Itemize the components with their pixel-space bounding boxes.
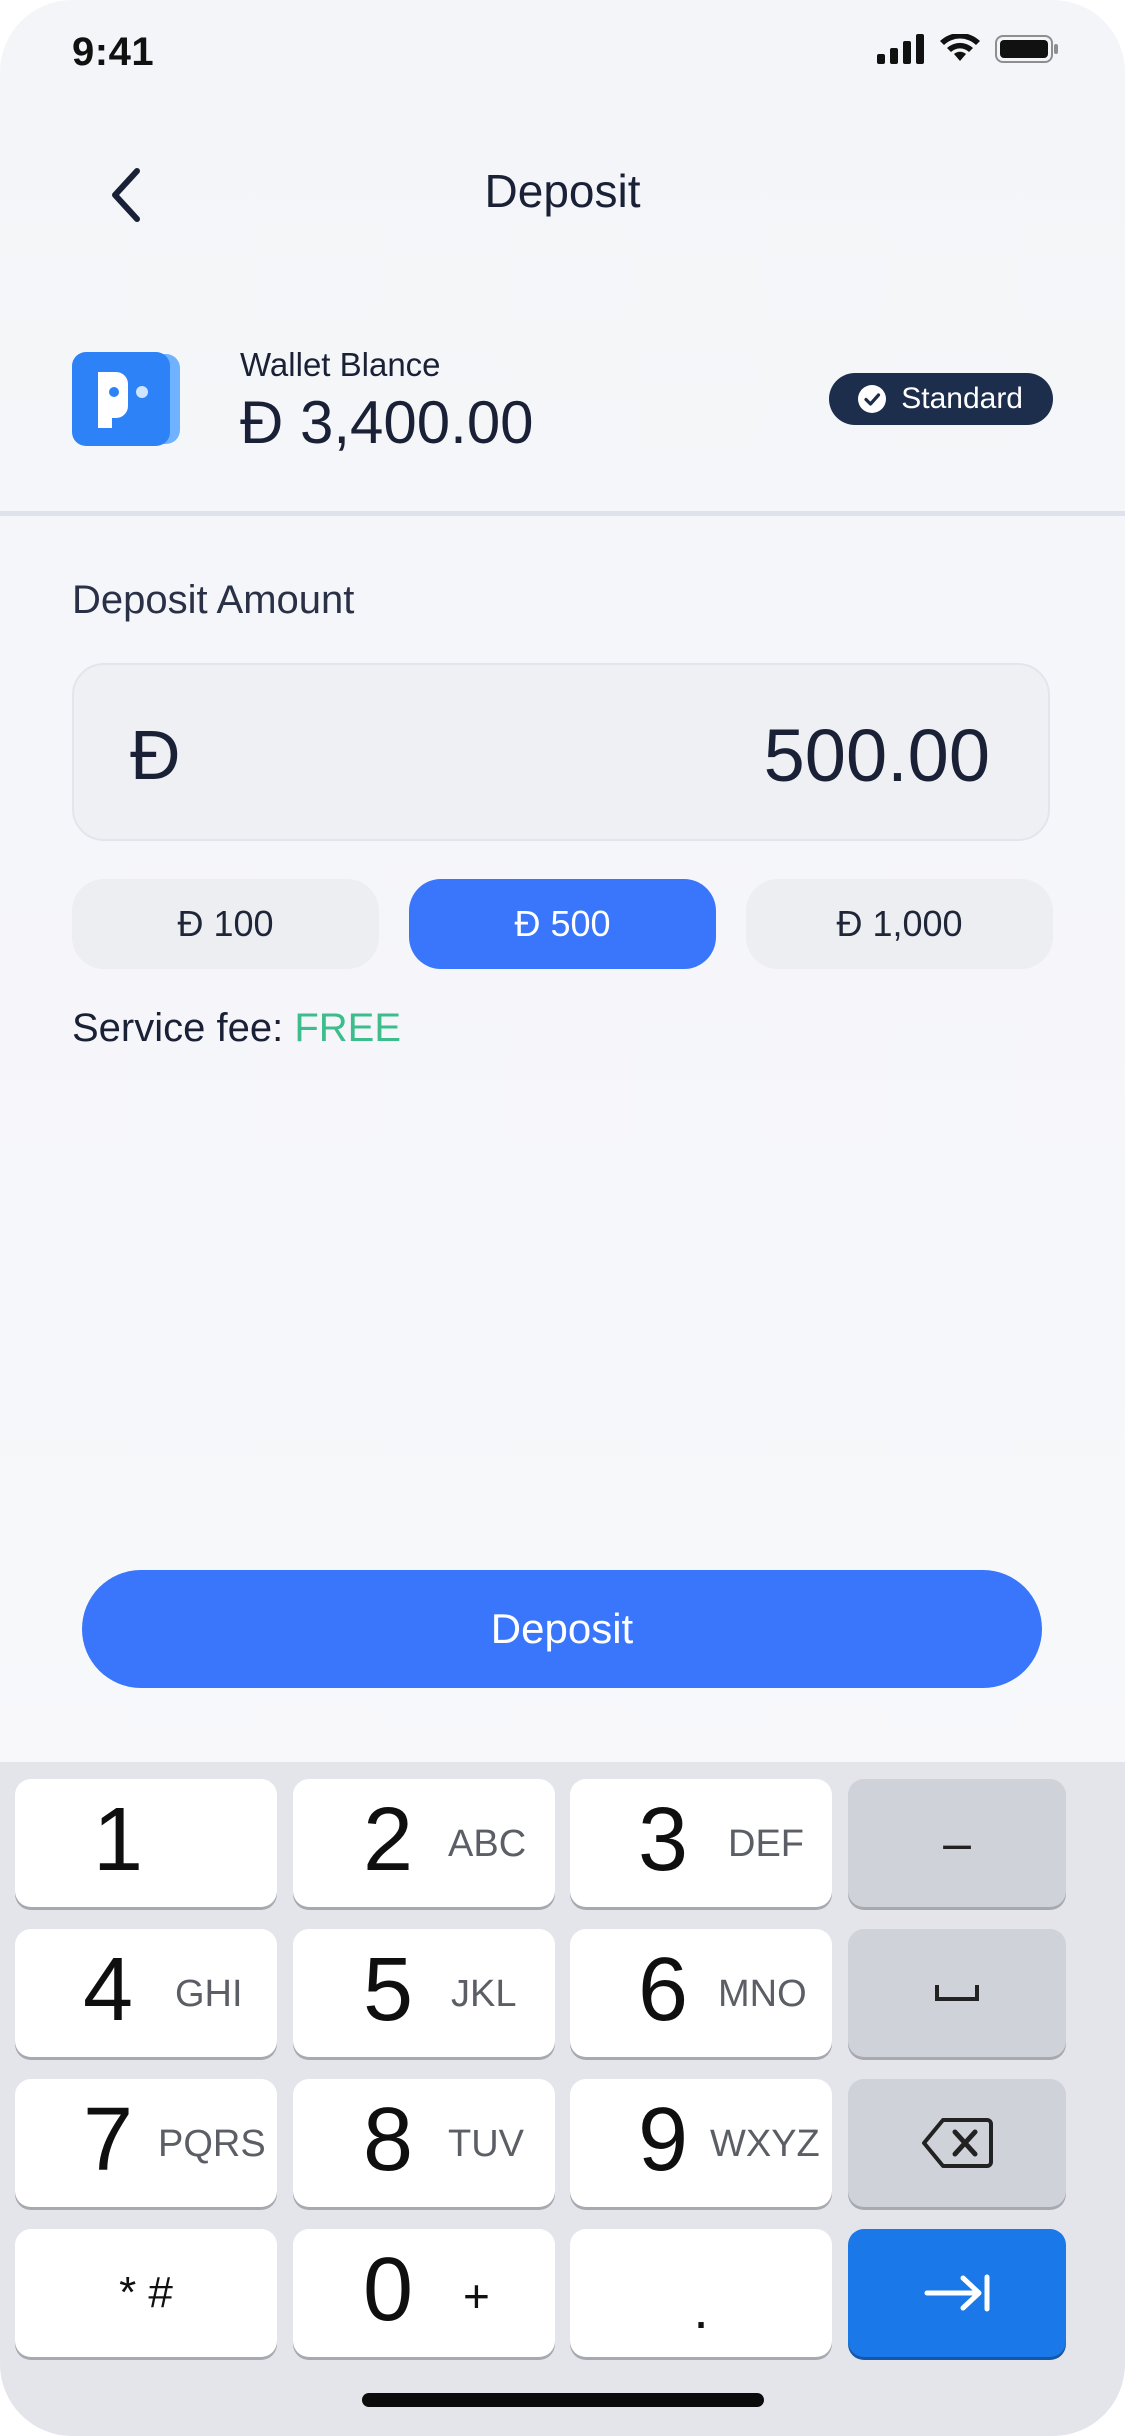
preset-chip-100[interactable]: Đ 100 xyxy=(72,879,379,969)
key-dot-label: . xyxy=(693,2276,709,2340)
key-8-digit: 8 xyxy=(363,2090,414,2190)
home-indicator[interactable] xyxy=(362,2393,764,2407)
key-1[interactable]: 1 xyxy=(15,1779,277,1907)
deposit-screen: 9:41 Deposit Wallet Blance Đ 3,400.00 St… xyxy=(0,0,1125,2436)
key-1-digit: 1 xyxy=(93,1790,144,1890)
key-2[interactable]: 2 ABC xyxy=(293,1779,555,1907)
key-9-digit: 9 xyxy=(638,2090,689,2190)
status-icons xyxy=(877,34,1059,64)
key-symbols-label: * # xyxy=(119,2268,173,2317)
key-0-plus: + xyxy=(463,2270,490,2322)
verified-check-icon xyxy=(858,385,887,413)
key-next[interactable] xyxy=(848,2229,1066,2357)
wifi-icon xyxy=(940,34,980,61)
key-6[interactable]: 6 MNO xyxy=(570,1929,832,2057)
key-4[interactable]: 4 GHI xyxy=(15,1929,277,2057)
key-symbols[interactable]: * # xyxy=(15,2229,277,2357)
key-0[interactable]: 0 + xyxy=(293,2229,555,2357)
currency-symbol: Đ xyxy=(130,716,181,794)
key-4-digit: 4 xyxy=(83,1940,134,2040)
space-bar-icon xyxy=(848,1929,1066,2057)
wallet-balance-label: Wallet Blance xyxy=(240,346,441,383)
key-space[interactable] xyxy=(848,1929,1066,2057)
key-8[interactable]: 8 TUV xyxy=(293,2079,555,2207)
key-7-letters: PQRS xyxy=(158,2123,266,2165)
key-7-digit: 7 xyxy=(83,2090,134,2190)
key-minus-label: – xyxy=(943,1815,971,1871)
amount-presets: Đ 100 Đ 500 Đ 1,000 xyxy=(72,879,1053,969)
wallet-balance-value: Đ 3,400.00 xyxy=(240,389,534,456)
cellular-signal-icon xyxy=(877,34,924,64)
service-fee-label: Service fee: xyxy=(72,1006,295,1050)
key-5[interactable]: 5 JKL xyxy=(293,1929,555,2057)
deposit-button[interactable]: Deposit xyxy=(82,1570,1042,1688)
key-4-letters: GHI xyxy=(175,1973,243,2015)
key-6-digit: 6 xyxy=(638,1940,689,2040)
preset-chip-1000[interactable]: Đ 1,000 xyxy=(746,879,1053,969)
key-7[interactable]: 7 PQRS xyxy=(15,2079,277,2207)
key-dot[interactable]: . xyxy=(570,2229,832,2357)
key-9[interactable]: 9 WXYZ xyxy=(570,2079,832,2207)
key-3-digit: 3 xyxy=(638,1790,689,1890)
preset-chip-500[interactable]: Đ 500 xyxy=(409,879,716,969)
section-divider xyxy=(0,511,1125,516)
status-time: 9:41 xyxy=(72,30,155,74)
key-2-digit: 2 xyxy=(363,1790,414,1890)
key-5-digit: 5 xyxy=(363,1940,414,2040)
key-2-letters: ABC xyxy=(448,1823,527,1865)
key-3-letters: DEF xyxy=(728,1823,804,1865)
key-9-letters: WXYZ xyxy=(710,2123,820,2165)
deposit-amount-input[interactable]: Đ 500.00 xyxy=(72,663,1050,841)
numeric-keyboard: 1 2 ABC 3 DEF – 4 GHI 5 JKL 6 MNO 7 PQRS… xyxy=(0,1762,1125,2436)
key-6-letters: MNO xyxy=(718,1973,807,2015)
deposit-amount-value: 500.00 xyxy=(763,714,990,797)
key-0-digit: 0 xyxy=(363,2240,414,2340)
tab-next-icon xyxy=(848,2229,1066,2357)
wallet-icon xyxy=(72,352,180,446)
key-backspace[interactable] xyxy=(848,2079,1066,2207)
page-title: Deposit xyxy=(484,165,641,217)
deposit-amount-label: Deposit Amount xyxy=(72,578,355,622)
service-fee: Service fee: FREE xyxy=(72,1006,401,1051)
account-tier-badge: Standard xyxy=(829,373,1053,425)
service-fee-value: FREE xyxy=(294,1006,402,1050)
key-3[interactable]: 3 DEF xyxy=(570,1779,832,1907)
badge-label: Standard xyxy=(901,382,1023,415)
key-minus[interactable]: – xyxy=(848,1779,1066,1907)
key-8-letters: TUV xyxy=(448,2123,524,2165)
battery-icon xyxy=(995,35,1058,63)
backspace-icon xyxy=(848,2079,1066,2207)
key-5-letters: JKL xyxy=(451,1973,517,2015)
